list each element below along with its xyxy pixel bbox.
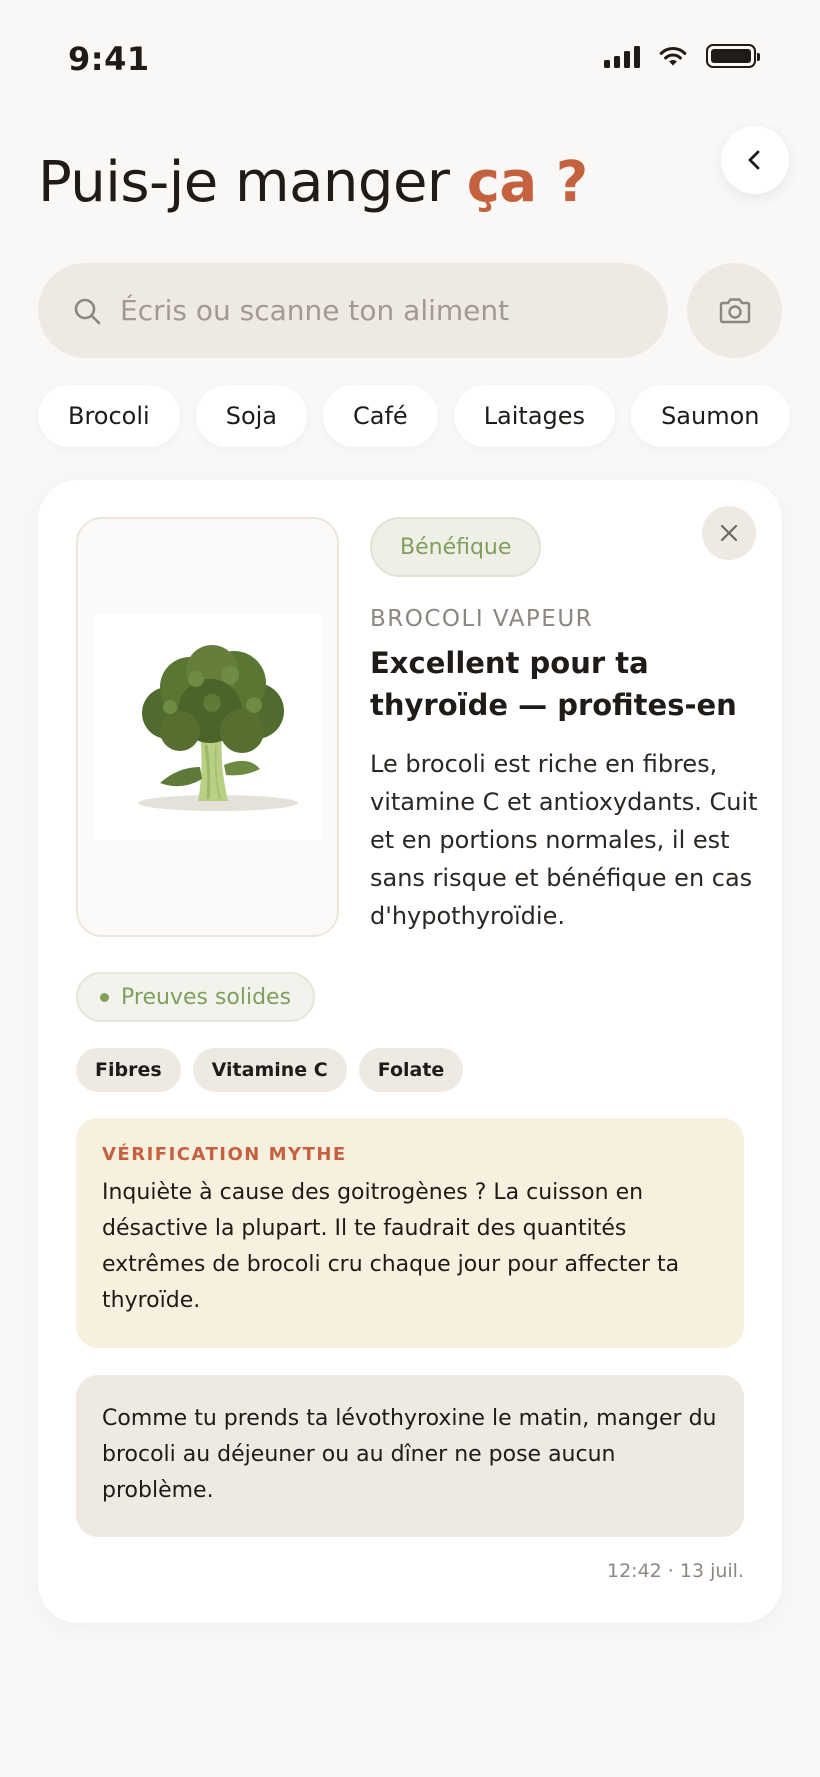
nutrient-tag: Folate xyxy=(358,1048,464,1092)
evidence-dot-icon xyxy=(100,992,109,1002)
camera-scan-button[interactable] xyxy=(687,263,782,358)
status-icons xyxy=(604,44,760,68)
myth-check-text: Inquiète à cause des goitrogènes ? La cu… xyxy=(102,1180,680,1313)
result-timestamp: 12:42 · 13 juil. xyxy=(606,1560,744,1582)
battery-icon xyxy=(706,44,760,68)
chip-soja[interactable]: Soja xyxy=(195,385,307,447)
evidence-badge: Preuves solides xyxy=(76,972,316,1022)
chip-cafe[interactable]: Café xyxy=(323,385,438,447)
close-icon xyxy=(720,524,738,542)
back-button[interactable] xyxy=(721,126,789,194)
search-icon xyxy=(74,298,101,324)
verdict-badge: Bénéfique xyxy=(370,517,542,577)
page-title-accent: ça ? xyxy=(466,150,588,215)
nutrient-tag: Fibres xyxy=(76,1048,181,1092)
chevron-left-icon xyxy=(748,150,760,170)
nutrient-tag: Vitamine C xyxy=(192,1048,347,1092)
food-name: BROCOLI VAPEUR xyxy=(370,606,594,632)
evidence-label: Preuves solides xyxy=(121,984,292,1010)
status-time: 9:41 xyxy=(68,40,150,78)
personal-note: Comme tu prends ta lévothyroxine le mati… xyxy=(76,1375,744,1537)
chip-brocoli[interactable]: Brocoli xyxy=(38,385,180,447)
food-image-frame xyxy=(76,517,339,937)
broccoli-image xyxy=(93,614,322,840)
chip-saumon[interactable]: Saumon xyxy=(631,385,790,447)
result-card: Bénéfique BROCOLI VAPEUR Excellent pour … xyxy=(38,480,782,1623)
quick-food-chips: Brocoli Soja Café Laitages Saumon xyxy=(38,385,790,447)
chip-laitages[interactable]: Laitages xyxy=(453,385,616,447)
page-title: Puis-je manger ça ? xyxy=(38,150,588,215)
status-bar: 9:41 xyxy=(0,0,820,100)
search-input[interactable] xyxy=(120,294,620,327)
myth-check-box: VÉRIFICATION MYTHE Inquiète à cause des … xyxy=(76,1118,744,1348)
close-button[interactable] xyxy=(702,506,756,560)
search-bar[interactable] xyxy=(38,263,668,358)
nutrient-tags: Fibres Vitamine C Folate xyxy=(76,1048,464,1092)
food-description: Le brocoli est riche en fibres, vitamine… xyxy=(370,750,758,930)
wifi-icon xyxy=(659,46,687,66)
myth-check-label: VÉRIFICATION MYTHE xyxy=(102,1144,347,1165)
page-title-main: Puis-je manger xyxy=(38,150,467,215)
cellular-signal-icon xyxy=(604,44,640,68)
verdict-headline: Excellent pour ta thyroïde — profites-en xyxy=(370,646,737,722)
camera-icon xyxy=(719,297,750,323)
